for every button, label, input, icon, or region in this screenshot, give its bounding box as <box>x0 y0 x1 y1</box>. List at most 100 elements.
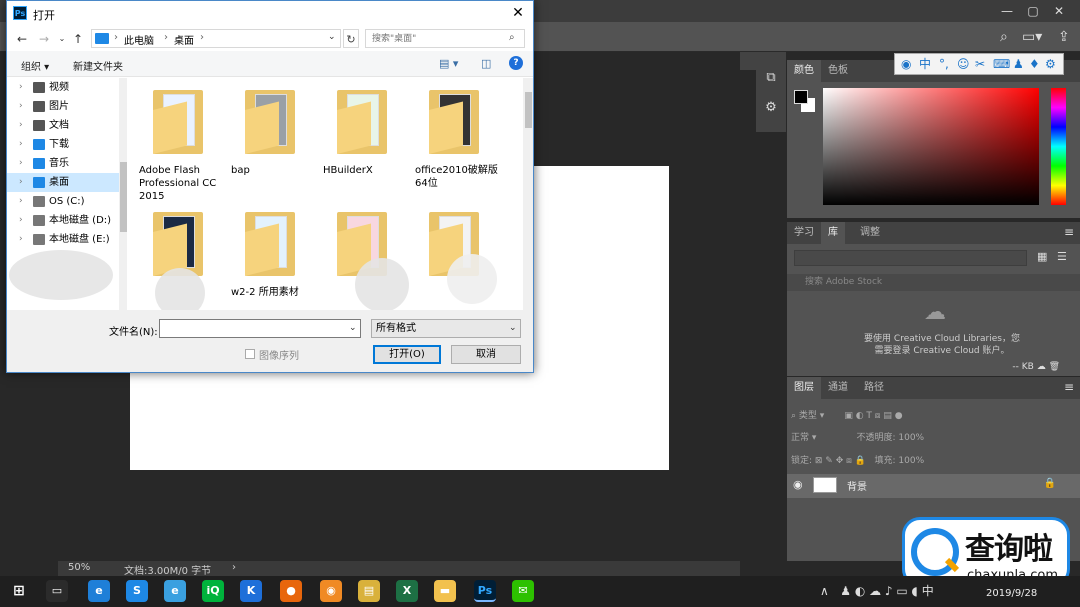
nav-item[interactable]: › 桌面 <box>7 173 119 192</box>
breadcrumb-desktop[interactable]: 桌面 <box>174 32 194 47</box>
taskbar-app-browser[interactable]: ◉ <box>320 580 342 602</box>
layer-filter[interactable]: ⌕ 类型 ▾ ▣ ◐ T ⧈ ▤ ● <box>791 407 903 425</box>
taskbar-app-ie[interactable]: e <box>88 580 110 602</box>
forward-icon[interactable]: → <box>37 31 51 47</box>
skin-icon[interactable]: ♦ <box>1029 56 1040 72</box>
taskbar-app-iqiyi[interactable]: iQ <box>202 580 224 602</box>
chevron-right-icon[interactable]: › <box>19 230 23 249</box>
tray-icons[interactable]: ♟ ◐ ☁ ♪ ▭ ◖ <box>833 584 918 598</box>
lock-icon[interactable]: 🔒 <box>1044 478 1056 489</box>
ime-chinese-mode[interactable]: 中 <box>919 56 931 72</box>
taskbar-app-photoshop[interactable]: Ps <box>474 580 496 602</box>
chevron-right-icon[interactable]: › <box>19 211 23 230</box>
taskbar-app-ie2[interactable]: e <box>164 580 186 602</box>
taskbar-app-notes[interactable]: ▤ <box>358 580 380 602</box>
tab-libraries[interactable]: 库 <box>821 222 845 244</box>
chevron-down-icon[interactable]: ⌄ <box>509 323 517 333</box>
search-icon[interactable]: ⌕ <box>509 32 515 43</box>
filename-input[interactable] <box>159 319 361 338</box>
scissors-icon[interactable]: ✂ <box>975 56 985 72</box>
tab-channels[interactable]: 通道 <box>821 377 855 399</box>
nav-item[interactable]: › OS (C:) <box>7 192 119 211</box>
search-input[interactable] <box>365 29 525 48</box>
chevron-up-icon[interactable]: ∧ <box>820 584 829 598</box>
ime-punctuation[interactable]: °, <box>939 56 949 72</box>
chevron-right-icon[interactable]: › <box>19 116 23 135</box>
user-icon[interactable]: ♟ <box>1013 56 1024 72</box>
settings-icon[interactable]: ⚙ <box>1045 56 1056 72</box>
chevron-right-icon[interactable]: › <box>19 97 23 116</box>
taskbar-app-kugou[interactable]: K <box>240 580 262 602</box>
back-icon[interactable]: ← <box>15 31 29 47</box>
help-icon[interactable]: ? <box>509 56 523 70</box>
chevron-right-icon[interactable]: › <box>19 135 23 154</box>
file-scrollbar[interactable] <box>523 78 533 310</box>
chevron-right-icon[interactable]: › <box>19 173 23 192</box>
open-button[interactable]: 打开(O) <box>373 345 441 364</box>
close-window-icon[interactable]: ✕ <box>1046 2 1072 20</box>
nav-item[interactable]: › 下载 <box>7 135 119 154</box>
taskbar-app-task-view[interactable]: ▭ <box>46 580 68 602</box>
nav-item[interactable]: › 图片 <box>7 97 119 116</box>
tab-learn[interactable]: 学习 <box>787 222 821 244</box>
ime-logo-icon[interactable]: ◉ <box>901 56 911 72</box>
clock[interactable]: 2019/9/28 <box>986 588 1037 599</box>
nav-item[interactable]: › 文档 <box>7 116 119 135</box>
taskbar-app-firefox[interactable]: ● <box>280 580 302 602</box>
organize-button[interactable]: 组织 ▾ <box>21 58 49 73</box>
taskbar-app-explorer[interactable]: ▬ <box>434 580 456 602</box>
file-item[interactable]: office2010破解版 64位 <box>411 84 499 202</box>
zoom-level[interactable]: 50% <box>68 562 90 573</box>
chevron-down-icon[interactable]: ⌄ <box>328 32 336 42</box>
up-icon[interactable]: ↑ <box>71 31 85 47</box>
blend-mode-select[interactable]: 正常 ▾ 不透明度: 100% <box>791 429 924 447</box>
ime-keyboard[interactable]: ⌨ <box>993 56 1010 72</box>
properties-icon[interactable]: ⚙ <box>762 100 780 118</box>
tab-swatches[interactable]: 色板 <box>821 60 855 82</box>
minimize-icon[interactable]: — <box>994 2 1020 20</box>
file-item[interactable]: HBuilderX <box>319 84 407 202</box>
view-options-icon[interactable]: ▤ ▾ <box>439 57 458 70</box>
format-select[interactable]: 所有格式 <box>371 319 521 338</box>
image-sequence-checkbox[interactable] <box>245 349 255 359</box>
taskbar-app-wechat[interactable]: ✉ <box>512 580 534 602</box>
eye-icon[interactable]: ◉ <box>793 478 803 491</box>
breadcrumb-this-pc[interactable]: 此电脑 <box>124 32 154 47</box>
restore-icon[interactable]: ▢ <box>1020 2 1046 20</box>
library-dropdown[interactable] <box>794 250 1027 266</box>
close-icon[interactable]: ✕ <box>507 3 529 23</box>
layer-row-background[interactable]: ◉ 背景 🔒 <box>787 474 1080 498</box>
tab-color[interactable]: 颜色 <box>787 60 821 82</box>
share-icon[interactable]: ⇪ <box>1058 28 1070 46</box>
tab-paths[interactable]: 路径 <box>857 377 891 399</box>
file-item[interactable]: w2-2 所用素材 <box>227 206 315 310</box>
cancel-button[interactable]: 取消 <box>451 345 521 364</box>
panel-menu-icon[interactable]: ≡ <box>1064 380 1074 394</box>
chevron-down-icon[interactable]: ⌄ <box>55 31 69 47</box>
workspace-icon[interactable]: ▭▾ <box>1022 28 1042 46</box>
file-item[interactable]: bap <box>227 84 315 202</box>
start-icon[interactable]: ⊞ <box>8 580 30 602</box>
chevron-down-icon[interactable]: ⌄ <box>349 323 357 333</box>
nav-item[interactable]: › 视频 <box>7 78 119 97</box>
nav-item[interactable]: › 本地磁盘 (E:) <box>7 230 119 249</box>
file-item[interactable]: Adobe Flash Professional CC 2015 <box>135 84 223 202</box>
chevron-right-icon[interactable]: › <box>232 562 236 573</box>
ime-emoji[interactable]: ☺ <box>957 56 970 72</box>
taskbar-app-sogou[interactable]: S <box>126 580 148 602</box>
nav-item[interactable]: › 本地磁盘 (D:) <box>7 211 119 230</box>
ime-indicator[interactable]: 中 <box>922 584 934 598</box>
history-icon[interactable]: ⧉ <box>762 70 780 88</box>
new-folder-button[interactable]: 新建文件夹 <box>73 58 123 73</box>
tab-layers[interactable]: 图层 <box>787 377 821 399</box>
nav-scrollbar[interactable] <box>119 78 127 310</box>
foreground-color[interactable] <box>794 90 808 104</box>
taskbar-app-excel[interactable]: X <box>396 580 418 602</box>
preview-pane-icon[interactable]: ◫ <box>481 57 491 70</box>
list-view-icon[interactable]: ☰ <box>1057 250 1071 265</box>
search-icon[interactable]: ⌕ <box>1000 28 1008 46</box>
nav-item[interactable]: › 音乐 <box>7 154 119 173</box>
refresh-icon[interactable]: ↻ <box>343 29 359 48</box>
color-field[interactable] <box>823 88 1039 205</box>
tab-adjustments[interactable]: 调整 <box>853 222 887 244</box>
